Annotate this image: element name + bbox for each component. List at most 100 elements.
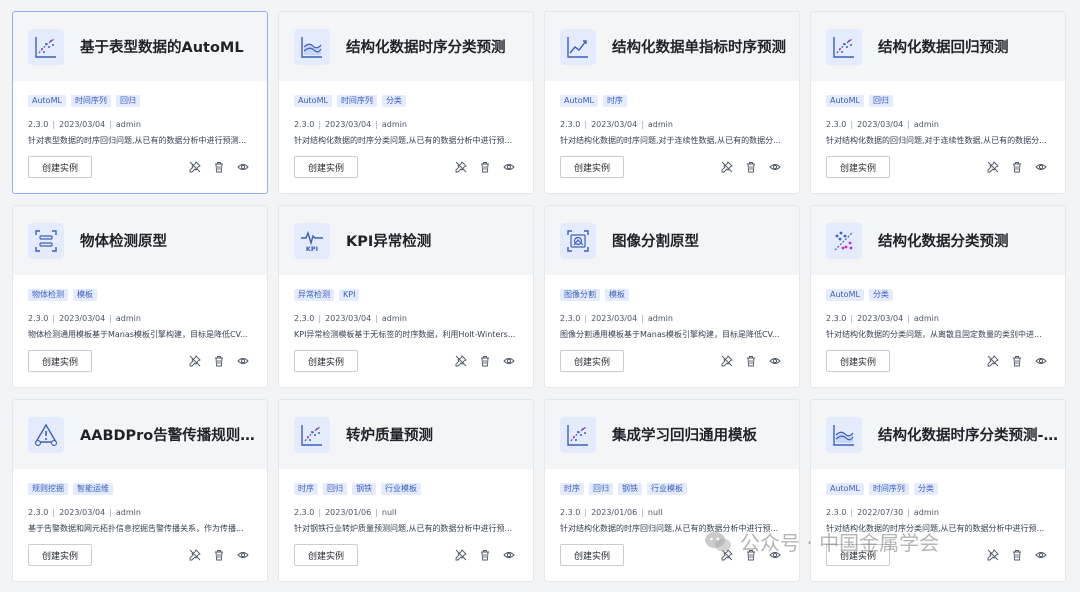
card-description: KPI异常检测模板基于无标签的时序数据，利用Holt-Winters... — [294, 330, 516, 339]
create-instance-button[interactable]: 创建实例 — [28, 156, 93, 178]
template-card[interactable]: 结构化数据时序分类预测 AutoML 时间序列 分类 2.3.0 | 2023/03/0… — [278, 11, 534, 194]
view-icon[interactable] — [1035, 355, 1047, 367]
view-icon[interactable] — [1035, 161, 1047, 173]
object-detect-icon — [28, 222, 64, 259]
card-title[interactable]: KPI异常检测 — [346, 230, 431, 251]
card-meta: 2.3.0 | 2023/03/04 | admin — [294, 314, 407, 323]
card-title[interactable]: 结构化数据时序分类预测 — [346, 36, 506, 57]
card-title[interactable]: 转炉质量预测 — [346, 424, 433, 445]
card-meta: 2.3.0 | 2023/03/04 | admin — [28, 508, 141, 517]
template-card[interactable]: KPI KPI异常检测 异常检测 KPI 2.3.0 | 2023/03/04 | adm… — [278, 205, 534, 388]
template-card[interactable]: 物体检测原型 物体检测 模板 2.3.0 | 2023/03/04 | admin 物体检… — [12, 205, 268, 388]
unpin-icon[interactable] — [189, 161, 201, 173]
scatter-plot-icon — [560, 416, 596, 453]
card-actions: 创建实例 — [28, 544, 249, 566]
delete-icon[interactable] — [1011, 549, 1023, 561]
delete-icon[interactable] — [1011, 355, 1023, 367]
author: admin — [913, 508, 939, 517]
card-title[interactable]: 结构化数据分类预测 — [878, 230, 1009, 251]
unpin-icon[interactable] — [987, 549, 999, 561]
unpin-icon[interactable] — [455, 161, 467, 173]
version: 2.3.0 — [560, 508, 581, 517]
create-instance-button[interactable]: 创建实例 — [28, 544, 93, 566]
create-instance-button[interactable]: 创建实例 — [560, 156, 625, 178]
card-title[interactable]: 结构化数据单指标时序预测 — [612, 36, 786, 57]
tag: AutoML — [826, 95, 864, 107]
card-header: 图像分割原型 — [545, 206, 799, 275]
svg-text:KPI: KPI — [306, 245, 318, 253]
unpin-icon[interactable] — [455, 355, 467, 367]
template-card[interactable]: AABDPro告警传播规则挖掘 规则挖掘 智能运维 2.3.0 | 2023/03/0… — [12, 399, 268, 582]
version: 2.3.0 — [28, 120, 49, 129]
card-title[interactable]: 集成学习回归通用模板 — [612, 424, 757, 445]
tag: 时间序列 — [336, 95, 377, 107]
delete-icon[interactable] — [213, 355, 225, 367]
delete-icon[interactable] — [479, 161, 491, 173]
author: admin — [913, 120, 939, 129]
tag-list: 时序 回归 钢铁 行业模板 — [279, 469, 533, 502]
template-card[interactable]: 结构化数据单指标时序预测 AutoML 时序 2.3.0 | 2023/03/04 | a… — [544, 11, 800, 194]
unpin-icon[interactable] — [455, 549, 467, 561]
version: 2.3.0 — [294, 314, 315, 323]
delete-icon[interactable] — [745, 355, 757, 367]
create-instance-button[interactable]: 创建实例 — [294, 350, 359, 372]
create-instance-button[interactable]: 创建实例 — [560, 544, 625, 566]
delete-icon[interactable] — [213, 549, 225, 561]
view-icon[interactable] — [503, 549, 515, 561]
version: 2.3.0 — [294, 120, 315, 129]
template-card[interactable]: 转炉质量预测 时序 回归 钢铁 行业模板 2.3.0 | 2023/01/06 | null … — [278, 399, 534, 582]
delete-icon[interactable] — [1011, 161, 1023, 173]
create-instance-button[interactable]: 创建实例 — [28, 350, 93, 372]
card-title[interactable]: 基于表型数据的AutoML — [80, 36, 244, 57]
card-actions: 创建实例 — [560, 156, 781, 178]
date: 2023/03/04 — [59, 508, 106, 517]
card-actions: 创建实例 — [560, 350, 781, 372]
view-icon[interactable] — [503, 161, 515, 173]
card-title[interactable]: 图像分割原型 — [612, 230, 699, 251]
view-icon[interactable] — [237, 355, 249, 367]
card-title[interactable]: 物体检测原型 — [80, 230, 167, 251]
unpin-icon[interactable] — [721, 161, 733, 173]
unpin-icon[interactable] — [189, 355, 201, 367]
tag: 行业模板 — [381, 483, 421, 495]
delete-icon[interactable] — [745, 161, 757, 173]
date: 2023/03/04 — [325, 120, 372, 129]
card-actions: 创建实例 — [826, 156, 1047, 178]
create-instance-button[interactable]: 创建实例 — [560, 350, 625, 372]
card-meta: 2.3.0 | 2023/03/04 | admin — [826, 120, 939, 129]
card-header: KPI KPI异常检测 — [279, 206, 533, 275]
view-icon[interactable] — [769, 355, 781, 367]
tag: AutoML — [826, 289, 864, 301]
date: 2023/03/04 — [591, 120, 638, 129]
unpin-icon[interactable] — [987, 161, 999, 173]
create-instance-button[interactable]: 创建实例 — [294, 544, 359, 566]
tag: 分类 — [913, 483, 938, 495]
tag: 模板 — [73, 289, 97, 301]
create-instance-button[interactable]: 创建实例 — [826, 156, 891, 178]
view-icon[interactable] — [769, 161, 781, 173]
template-card[interactable]: 图像分割原型 图像分割 模板 2.3.0 | 2023/03/04 | admin 图像分… — [544, 205, 800, 388]
unpin-icon[interactable] — [189, 549, 201, 561]
date: 2023/03/04 — [591, 314, 638, 323]
card-title[interactable]: 结构化数据回归预测 — [878, 36, 1009, 57]
create-instance-button[interactable]: 创建实例 — [826, 350, 891, 372]
delete-icon[interactable] — [479, 355, 491, 367]
tag-list: AutoML 分类 — [811, 275, 1065, 308]
template-card[interactable]: 基于表型数据的AutoML AutoML 时间序列 回归 2.3.0 | 2023/03… — [12, 11, 268, 194]
unpin-icon[interactable] — [721, 355, 733, 367]
view-icon[interactable] — [503, 355, 515, 367]
template-card[interactable]: 结构化数据分类预测 AutoML 分类 2.3.0 | 2023/03/04 | admi… — [810, 205, 1066, 388]
card-title[interactable]: AABDPro告警传播规则挖掘 — [80, 424, 266, 445]
view-icon[interactable] — [1035, 549, 1047, 561]
delete-icon[interactable] — [479, 549, 491, 561]
create-instance-button[interactable]: 创建实例 — [294, 156, 359, 178]
card-meta: 2.3.0 | 2023/03/04 | admin — [294, 120, 407, 129]
card-title[interactable]: 结构化数据时序分类预测-n... — [878, 424, 1064, 445]
view-icon[interactable] — [237, 161, 249, 173]
template-card[interactable]: 结构化数据回归预测 AutoML 回归 2.3.0 | 2023/03/04 | admi… — [810, 11, 1066, 194]
version: 2.3.0 — [560, 120, 581, 129]
unpin-icon[interactable] — [987, 355, 999, 367]
view-icon[interactable] — [237, 549, 249, 561]
delete-icon[interactable] — [213, 161, 225, 173]
author: admin — [647, 120, 673, 129]
